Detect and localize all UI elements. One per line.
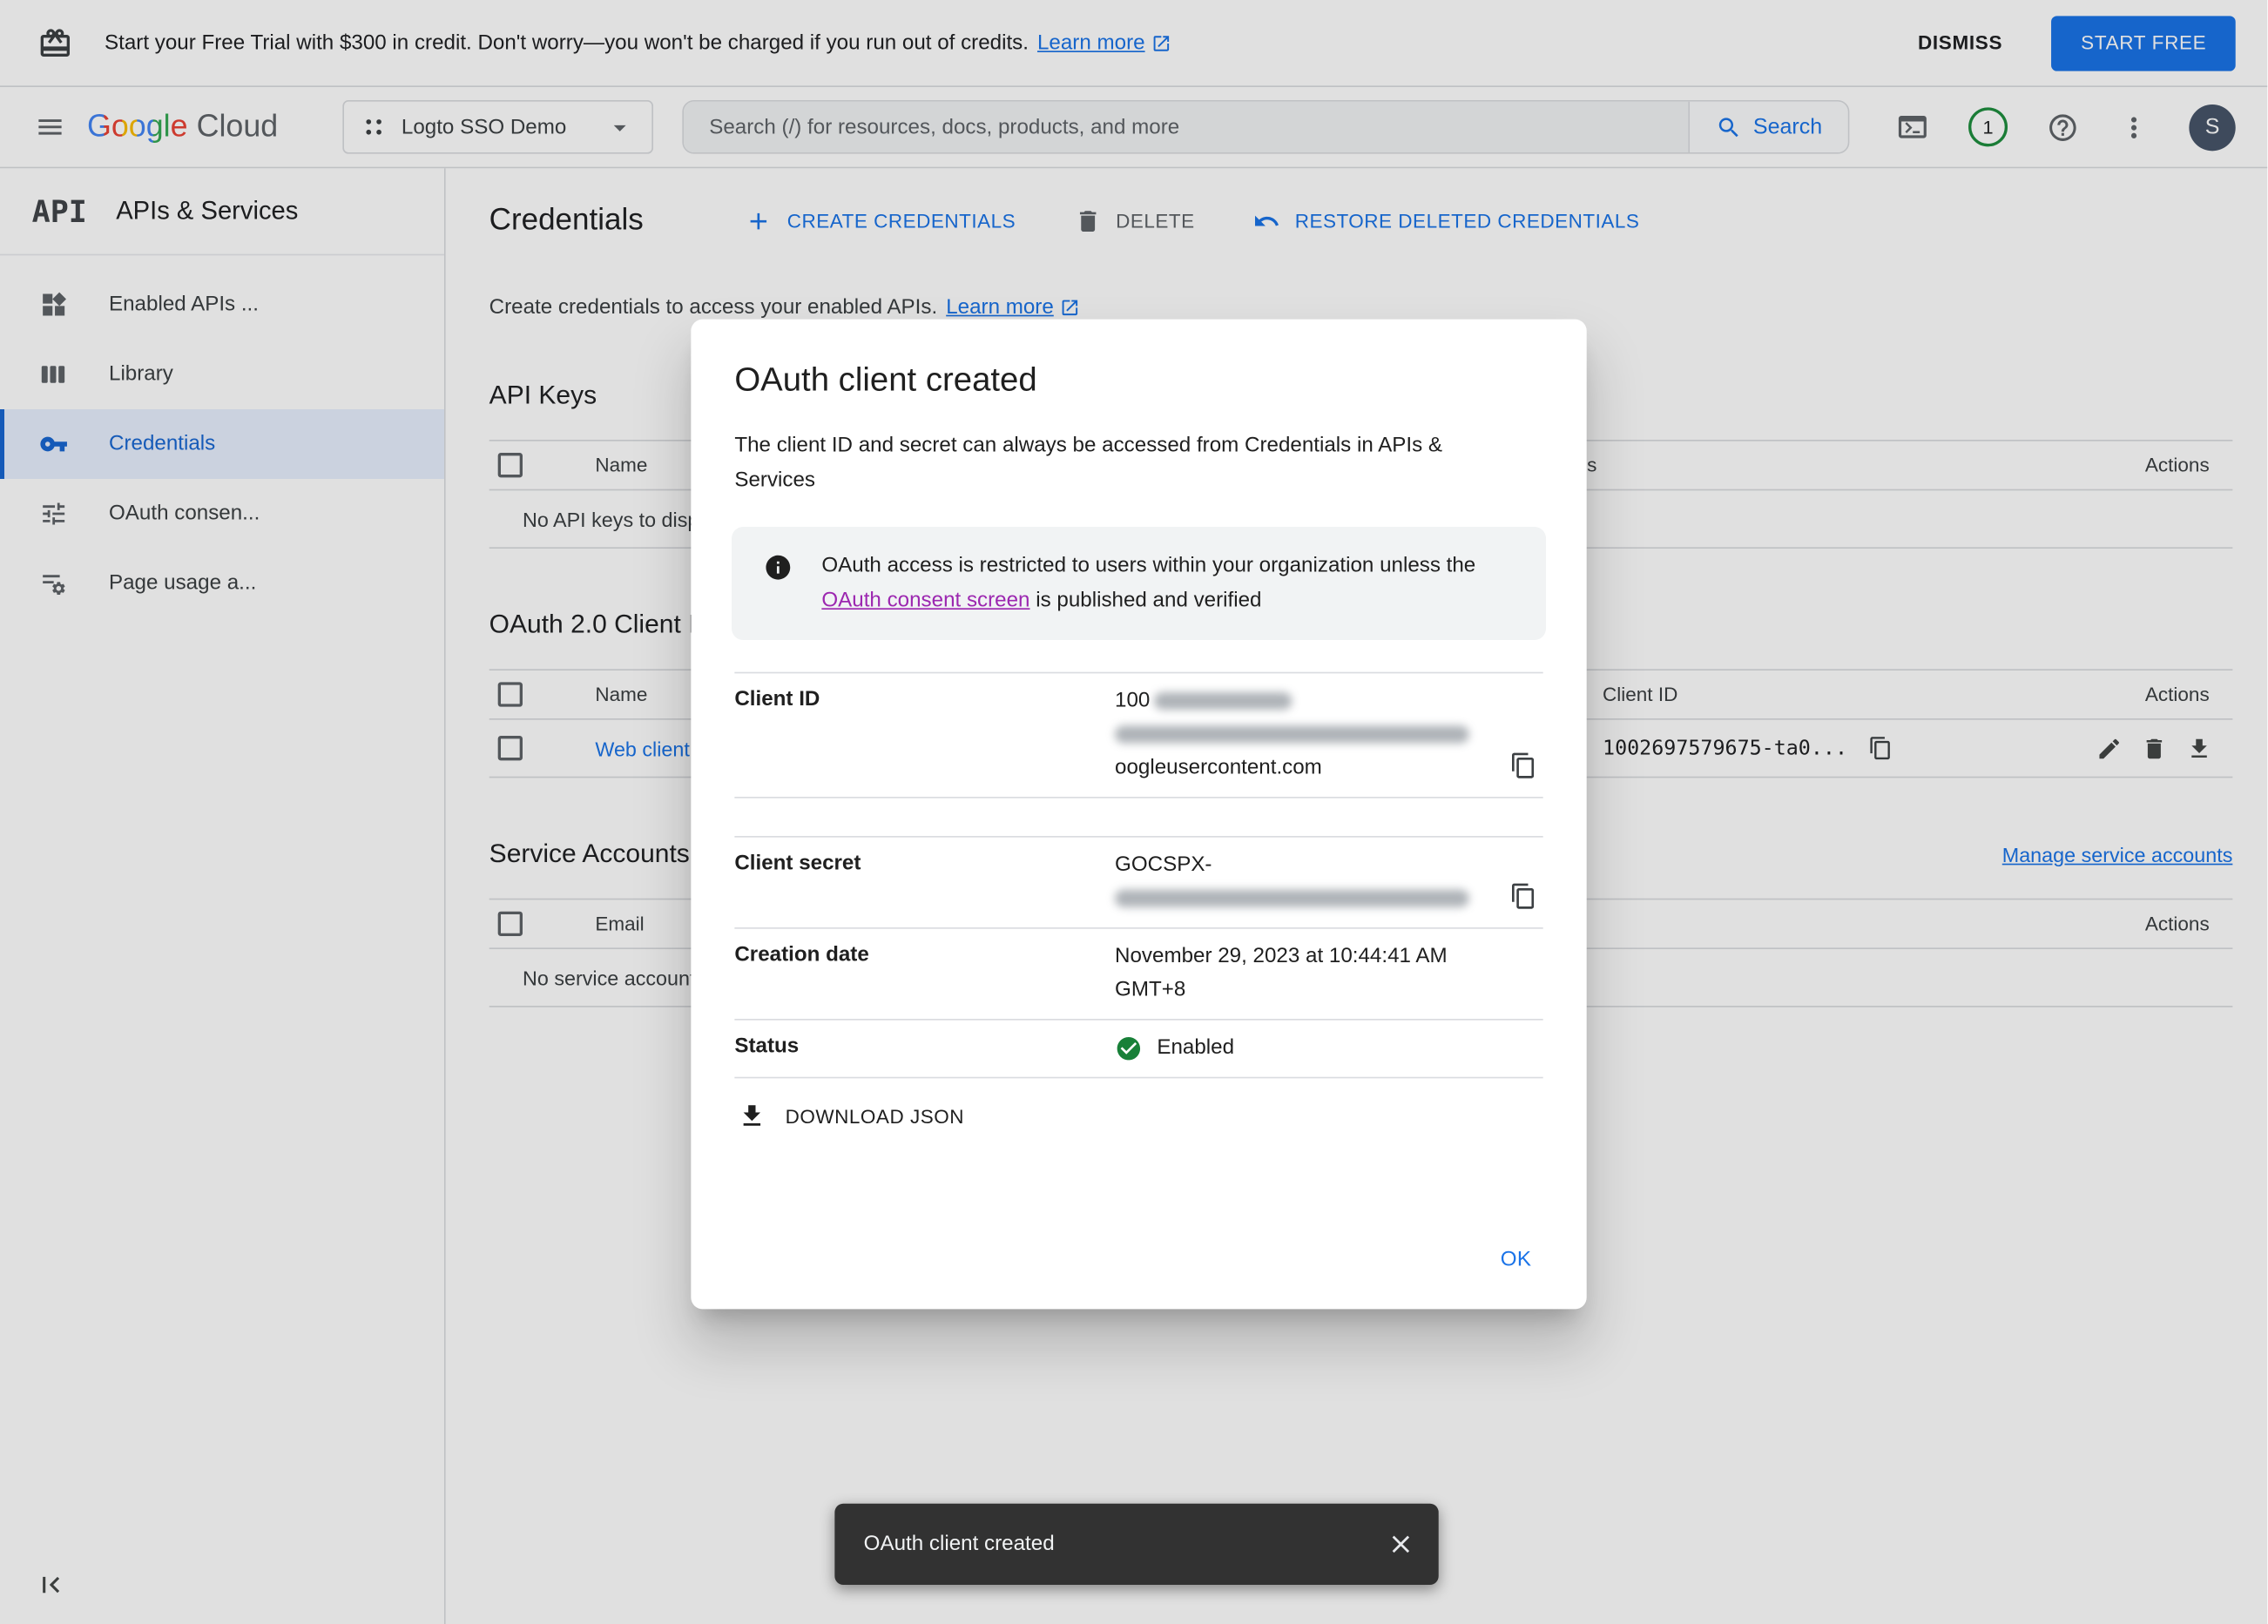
status-label: Status [734, 1034, 800, 1059]
client-secret-value: GOCSPX- [1115, 849, 1543, 916]
oauth-client-created-dialog: OAuth client created The client ID and s… [691, 319, 1587, 1310]
oauth-consent-screen-link[interactable]: OAuth consent screen [821, 590, 1029, 613]
download-json-button[interactable]: DOWNLOAD JSON [734, 1087, 975, 1145]
note-text: OAuth access is restricted to users with… [821, 554, 1476, 613]
snackbar: OAuth client created [834, 1503, 1439, 1586]
info-icon [764, 553, 793, 582]
redacted-text [1115, 889, 1469, 907]
client-id-row: Client ID 100 oogleusercontent.com [734, 671, 1543, 797]
client-id-label: Client ID [734, 688, 820, 711]
dialog-body-text: The client ID and secret can always be a… [734, 434, 1443, 493]
creation-date-value: November 29, 2023 at 10:44:41 AM GMT+8 [1115, 945, 1448, 1002]
client-id-value: 100 oogleusercontent.com [1115, 685, 1543, 785]
creation-date-row: Creation date November 29, 2023 at 10:44… [734, 927, 1543, 1019]
snackbar-message: OAuth client created [863, 1533, 1055, 1556]
status-row: Status Enabled [734, 1019, 1543, 1079]
redacted-text [1154, 692, 1293, 711]
ok-button[interactable]: OK [1486, 1237, 1546, 1283]
copy-client-secret-icon[interactable] [1509, 882, 1537, 910]
dialog-fields: Client ID 100 oogleusercontent.com Clien… [734, 671, 1543, 1079]
client-secret-row: Client secret GOCSPX- [734, 836, 1543, 927]
copy-client-id-icon[interactable] [1509, 751, 1537, 779]
client-secret-label: Client secret [734, 852, 861, 876]
redacted-text [1115, 725, 1469, 744]
status-value: Enabled [1115, 1032, 1543, 1065]
creation-date-label: Creation date [734, 943, 869, 967]
check-circle-icon [1115, 1034, 1143, 1062]
close-icon[interactable] [1387, 1530, 1415, 1559]
dialog-title: OAuth client created [734, 360, 1037, 398]
field-spacer-row [734, 797, 1543, 836]
download-icon [743, 1105, 761, 1126]
google-cloud-console: Start your Free Trial with $300 in credi… [0, 0, 2268, 1624]
dialog-info-note: OAuth access is restricted to users with… [732, 527, 1547, 641]
